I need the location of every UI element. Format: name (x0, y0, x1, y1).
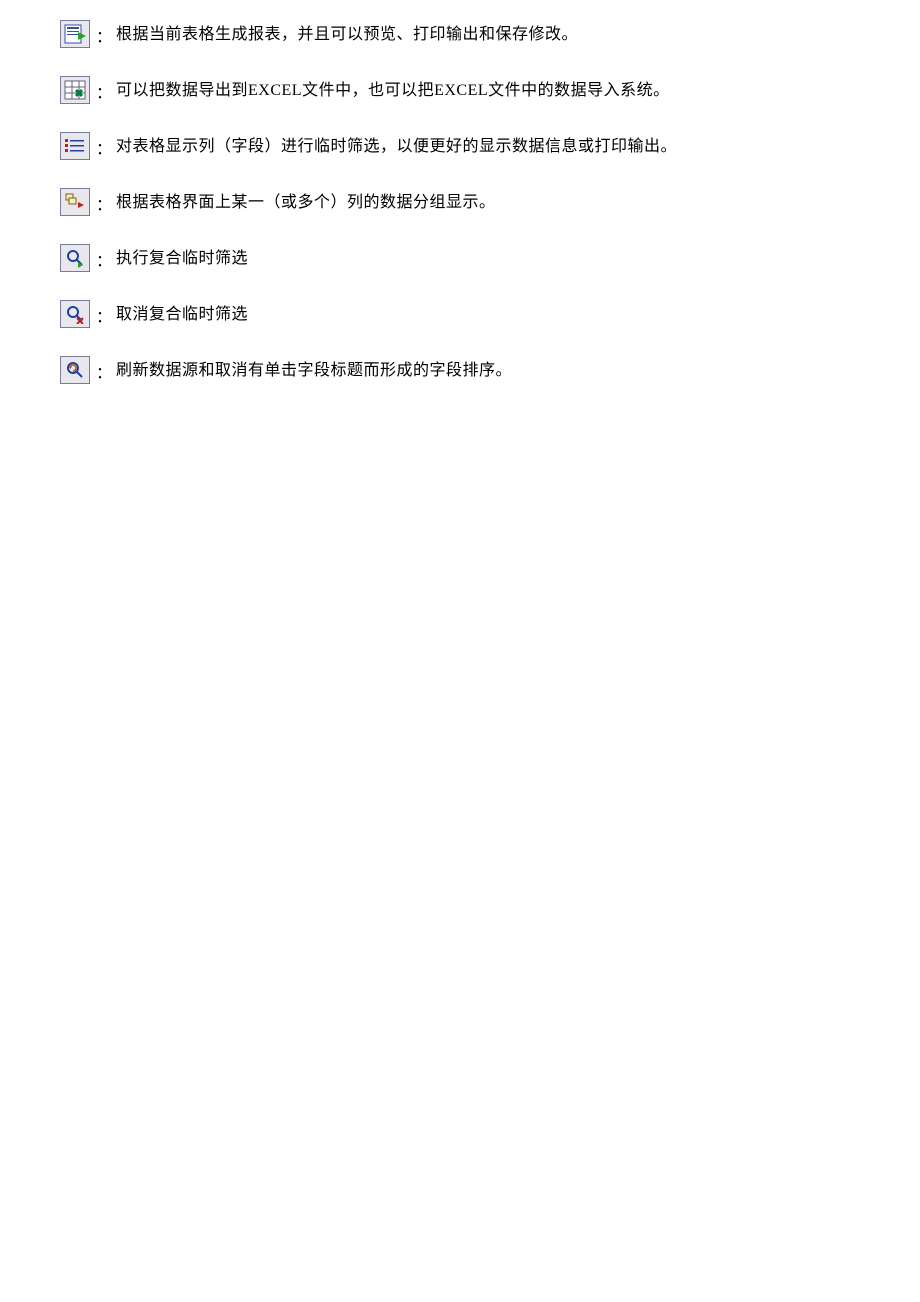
filter-cancel-icon (60, 300, 90, 328)
report-icon (60, 20, 90, 48)
help-item: ： 根据当前表格生成报表，并且可以预览、打印输出和保存修改。 (60, 20, 860, 48)
help-item: ： 取消复合临时筛选 (60, 300, 860, 328)
group-icon (60, 188, 90, 216)
help-text: 根据当前表格生成报表，并且可以预览、打印输出和保存修改。 (116, 23, 578, 48)
separator: ： (96, 366, 112, 382)
help-text: 刷新数据源和取消有单击字段标题而形成的字段排序。 (116, 359, 512, 384)
help-item: ： 对表格显示列（字段）进行临时筛选，以便更好的显示数据信息或打印输出。 (60, 132, 860, 160)
columns-icon (60, 132, 90, 160)
help-text: 取消复合临时筛选 (116, 303, 248, 328)
refresh-icon (60, 356, 90, 384)
help-item: ： 可以把数据导出到EXCEL文件中，也可以把EXCEL文件中的数据导入系统。 (60, 76, 860, 104)
separator: ： (96, 198, 112, 214)
separator: ： (96, 142, 112, 158)
separator: ： (96, 30, 112, 46)
help-text: 执行复合临时筛选 (116, 247, 248, 272)
separator: ： (96, 254, 112, 270)
help-text: 对表格显示列（字段）进行临时筛选，以便更好的显示数据信息或打印输出。 (116, 135, 677, 160)
help-text: 根据表格界面上某一（或多个）列的数据分组显示。 (116, 191, 496, 216)
separator: ： (96, 310, 112, 326)
filter-run-icon (60, 244, 90, 272)
help-text: 可以把数据导出到EXCEL文件中，也可以把EXCEL文件中的数据导入系统。 (116, 79, 670, 104)
separator: ： (96, 86, 112, 102)
excel-icon (60, 76, 90, 104)
help-item: ： 根据表格界面上某一（或多个）列的数据分组显示。 (60, 188, 860, 216)
help-item: ： 执行复合临时筛选 (60, 244, 860, 272)
help-item: ： 刷新数据源和取消有单击字段标题而形成的字段排序。 (60, 356, 860, 384)
